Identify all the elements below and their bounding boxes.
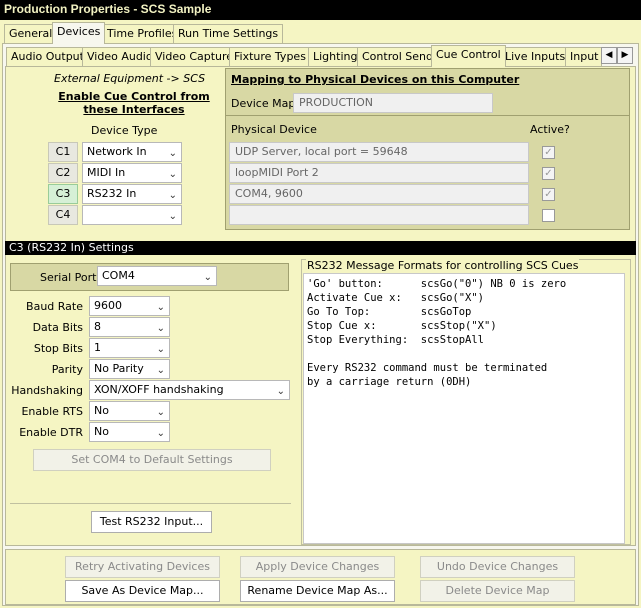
device-type-select-c4[interactable]: ⌄ [82,205,182,225]
handshaking-select[interactable]: XON/XOFF handshaking ⌄ [89,380,290,400]
format-line: Every RS232 command must be terminated [307,362,548,374]
baud-rate-select[interactable]: 9600 ⌄ [89,296,170,316]
physical-device-c3[interactable]: COM4, 9600 [229,184,529,204]
undo-device-changes-button[interactable]: Undo Device Changes [420,556,575,578]
chevron-down-icon: ⌄ [203,272,212,283]
device-type-value: RS232 In [87,187,137,200]
chevron-down-icon: ⌄ [156,428,165,439]
active-checkbox-c4[interactable] [542,209,555,222]
format-line: Activate Cue x: scsGo("X") [307,292,485,304]
format-line: Stop Cue x: scsStop("X") [307,320,497,332]
baud-rate-value: 9600 [94,299,122,312]
subtab-live-inputs[interactable]: Live Inputs [500,47,571,66]
enable-rts-value: No [94,404,109,417]
device-map-label: Device Map [231,97,296,110]
enable-dtr-label: Enable DTR [19,426,83,439]
rename-device-map-button[interactable]: Rename Device Map As... [240,580,395,602]
chevron-down-icon: ⌄ [156,407,165,418]
device-code-c2[interactable]: C2 [48,163,78,183]
tab-time-profiles[interactable]: Time Profiles [102,24,183,43]
device-map-field[interactable]: PRODUCTION [293,93,493,113]
chevron-down-icon: ⌄ [276,386,285,397]
stop-bits-value: 1 [94,341,101,354]
physical-device-label: Physical Device [231,123,317,136]
subtab-cue-control[interactable]: Cue Control [431,45,506,67]
delete-device-map-button[interactable]: Delete Device Map [420,580,575,602]
device-type-select-c2[interactable]: MIDI In ⌄ [82,163,182,183]
serial-port-label: Serial Port [40,271,97,284]
parity-select[interactable]: No Parity ⌄ [89,359,170,379]
parity-value: No Parity [94,362,144,375]
set-default-settings-button[interactable]: Set COM4 to Default Settings [33,449,271,471]
serial-port-select[interactable]: COM4 ⌄ [97,266,217,286]
physical-device-c2[interactable]: loopMIDI Port 2 [229,163,529,183]
device-type-label: Device Type [91,124,158,137]
chevron-down-icon: ⌄ [168,169,177,180]
data-bits-label: Data Bits [32,321,83,334]
divider [10,503,291,504]
format-line: Go To Top: scsGoTop [307,306,472,318]
subtab-input-groups[interactable]: Input G [565,47,602,66]
device-code-c1[interactable]: C1 [48,142,78,162]
save-as-device-map-button[interactable]: Save As Device Map... [65,580,220,602]
active-checkbox-c2[interactable]: ✓ [542,167,555,180]
handshaking-label: Handshaking [11,384,83,397]
physical-device-c1[interactable]: UDP Server, local port = 59648 [229,142,529,162]
device-type-value: Network In [87,145,147,158]
chevron-down-icon: ⌄ [156,365,165,376]
stop-bits-select[interactable]: 1 ⌄ [89,338,170,358]
device-type-select-c1[interactable]: Network In ⌄ [82,142,182,162]
window-title: Production Properties - SCS Sample [0,0,641,20]
apply-device-changes-button[interactable]: Apply Device Changes [240,556,395,578]
handshaking-value: XON/XOFF handshaking [94,383,224,396]
tab-general[interactable]: General [4,24,58,43]
chevron-down-icon: ⌄ [156,344,165,355]
enable-rts-label: Enable RTS [21,405,83,418]
scroll-right-icon[interactable]: ▶ [617,47,633,64]
subtab-audio-output[interactable]: Audio Output [6,47,89,66]
active-label: Active? [530,123,570,136]
device-type-value: MIDI In [87,166,126,179]
data-bits-value: 8 [94,320,101,333]
stop-bits-label: Stop Bits [33,342,83,355]
subtab-lighting[interactable]: Lighting [308,47,363,66]
tab-devices[interactable]: Devices [52,22,106,44]
subtab-video-capture[interactable]: Video Capture [150,47,239,66]
enable-dtr-select[interactable]: No ⌄ [89,422,170,442]
enable-dtr-value: No [94,425,109,438]
external-equipment-label: External Equipment -> SCS [54,72,206,85]
retry-activating-devices-button[interactable]: Retry Activating Devices [65,556,220,578]
device-code-c4[interactable]: C4 [48,205,78,225]
chevron-down-icon: ⌄ [156,323,165,334]
format-line: Stop Everything: scsStopAll [307,334,485,346]
subtab-fixture-types[interactable]: Fixture Types [229,47,311,66]
formats-textbox[interactable]: 'Go' button: scsGo("0") NB 0 is zero Act… [303,273,625,544]
format-line: 'Go' button: scsGo("0") NB 0 is zero [307,278,567,290]
physical-device-c4[interactable] [229,205,529,225]
enable-rts-select[interactable]: No ⌄ [89,401,170,421]
settings-header: C3 (RS232 In) Settings [5,241,636,255]
main-frame: General Devices Time Profiles Run Time S… [0,20,641,608]
active-checkbox-c3[interactable]: ✓ [542,188,555,201]
active-checkbox-c1[interactable]: ✓ [542,146,555,159]
serial-port-value: COM4 [102,269,135,282]
mapping-title: Mapping to Physical Devices on this Comp… [231,73,520,86]
subtab-video-audio[interactable]: Video Audio [82,47,158,66]
test-rs232-input-button[interactable]: Test RS232 Input... [91,511,212,533]
device-code-c3[interactable]: C3 [48,184,78,204]
baud-rate-label: Baud Rate [26,300,83,313]
tab-run-time-settings[interactable]: Run Time Settings [173,24,284,43]
formats-title: RS232 Message Formats for controlling SC… [306,259,580,272]
format-line [307,347,621,361]
format-line: by a carriage return (0DH) [307,376,472,388]
data-bits-select[interactable]: 8 ⌄ [89,317,170,337]
scroll-left-icon[interactable]: ◀ [601,47,617,64]
device-type-select-c3[interactable]: RS232 In ⌄ [82,184,182,204]
chevron-down-icon: ⌄ [156,302,165,313]
chevron-down-icon: ⌄ [168,190,177,201]
parity-label: Parity [51,363,83,376]
subtab-control-send[interactable]: Control Send [357,47,438,66]
chevron-down-icon: ⌄ [168,148,177,159]
chevron-down-icon: ⌄ [168,211,177,222]
